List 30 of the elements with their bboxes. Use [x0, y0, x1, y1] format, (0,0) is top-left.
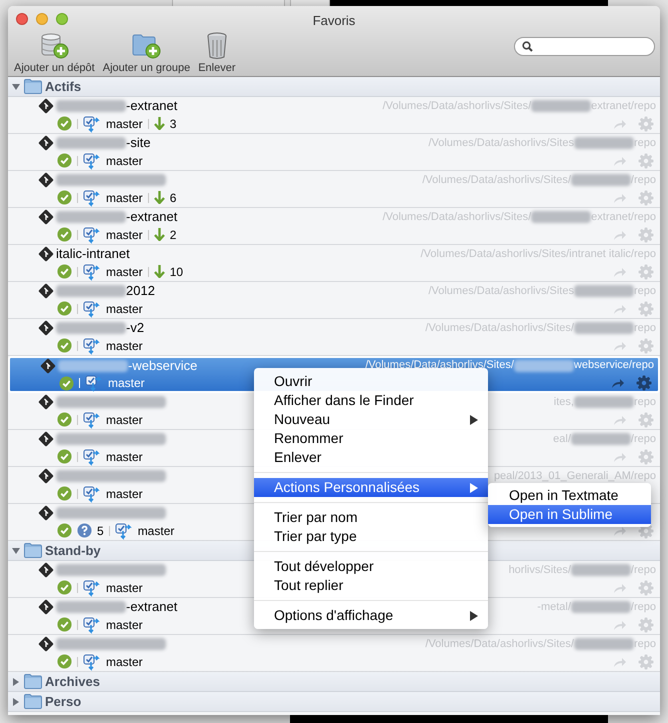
branch-name: master: [106, 226, 143, 244]
branch-name: master: [106, 616, 143, 634]
behind-count: 3: [170, 116, 176, 132]
window-title: Favoris: [312, 12, 356, 30]
unknown-count: 5: [97, 522, 104, 540]
repository-name: -extranet: [126, 97, 178, 116]
branch-name: master: [106, 412, 143, 428]
branch-name: master: [106, 654, 143, 670]
behind-count: 6: [170, 190, 176, 206]
repository-name: -extranet: [126, 208, 178, 226]
branch-name: master: [106, 264, 143, 280]
repository-name: -extranet: [126, 598, 178, 616]
behind-count: 10: [170, 264, 184, 280]
repository-path: webservice/repo: [574, 358, 654, 374]
repository-name: italic-intranet: [56, 245, 130, 264]
repository-name: 2012: [126, 282, 155, 300]
branch-name: master: [106, 486, 143, 502]
branch-name: master: [106, 448, 143, 466]
branch-name: master: [106, 152, 143, 170]
repository-name: -v2: [126, 319, 144, 338]
repository-name: -site: [126, 134, 151, 152]
branch-name: master: [106, 116, 143, 132]
branch-name: master: [108, 375, 145, 392]
branch-name: master: [106, 190, 143, 206]
branch-name: master: [138, 522, 174, 540]
branch-name: master: [106, 300, 143, 318]
behind-count: 2: [170, 226, 176, 244]
repository-name: -webservice: [128, 356, 198, 375]
branch-name: master: [106, 338, 143, 354]
branch-name: master: [106, 580, 143, 596]
